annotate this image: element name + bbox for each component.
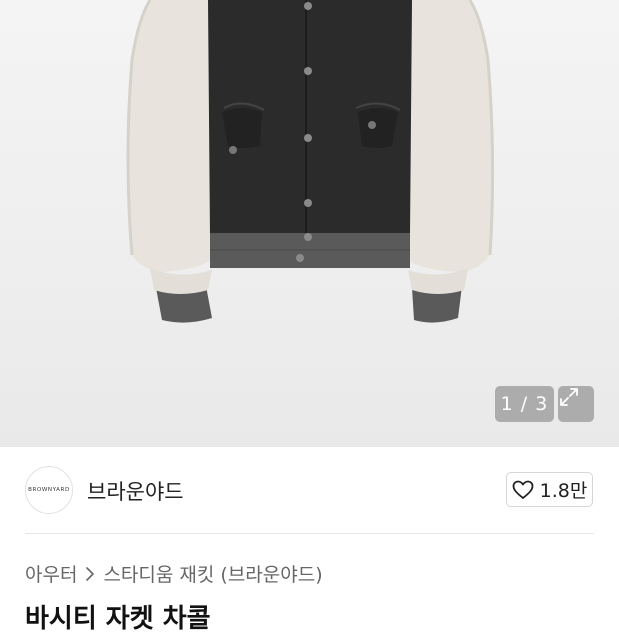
image-counter: 1 / 3 — [495, 386, 554, 422]
chevron-right-icon — [85, 566, 95, 582]
breadcrumb: 아우터 스타디움 재킷 (브라운야드) — [25, 560, 323, 587]
like-count: 1.8만 — [539, 480, 588, 502]
heart-icon — [512, 480, 534, 499]
product-image-gallery[interactable]: 1 / 3 — [0, 0, 619, 447]
breadcrumb-category[interactable]: 아우터 — [25, 560, 77, 587]
expand-icon — [560, 388, 578, 406]
divider — [25, 533, 594, 534]
store-logo[interactable]: BROWNYARD — [25, 466, 73, 514]
product-title: 바시티 자켓 차콜 — [25, 604, 211, 634]
jacket-product-image — [126, 0, 495, 323]
store-info-row: BROWNYARD 브라운야드 1.8만 — [0, 447, 619, 533]
breadcrumb-subcategory[interactable]: 스타디움 재킷 (브라운야드) — [103, 560, 322, 587]
expand-image-button[interactable] — [558, 386, 594, 422]
like-button[interactable]: 1.8만 — [506, 472, 593, 507]
store-name[interactable]: 브라운야드 — [87, 476, 184, 506]
